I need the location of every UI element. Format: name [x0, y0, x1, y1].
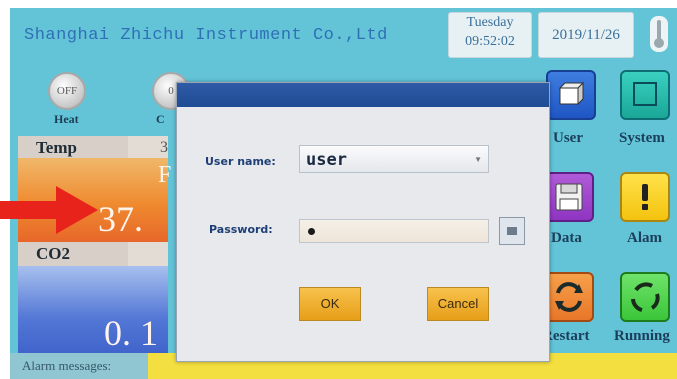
- date-display: 2019/11/26: [538, 12, 634, 58]
- heat-label: Heat: [54, 112, 79, 126]
- temp-setpoint-partial: 3: [128, 136, 168, 160]
- co2-label: CO2: [18, 242, 128, 266]
- running-icon: [631, 282, 660, 312]
- password-mask-dot: [308, 228, 315, 235]
- username-label: User name:: [205, 155, 276, 168]
- restart-button[interactable]: [544, 272, 594, 322]
- thermometer-icon: [650, 16, 668, 52]
- data-button[interactable]: [544, 172, 594, 222]
- username-value: user: [306, 150, 347, 170]
- data-label: Data: [551, 230, 582, 246]
- running-button[interactable]: [620, 272, 670, 322]
- temp-value: 37.: [98, 199, 143, 239]
- temp-mode-partial: F: [158, 162, 172, 188]
- login-dialog: User name: user ▼ Password: OK Cancel: [176, 82, 550, 362]
- keyboard-icon: [507, 227, 517, 235]
- data-icon: [555, 183, 583, 211]
- user-icon: [558, 81, 585, 106]
- time-text: 09:52:02: [465, 34, 515, 49]
- keyboard-button[interactable]: [499, 217, 525, 245]
- device-screen: Shanghai Zhichu Instrument Co.,Ltd Tuesd…: [10, 8, 677, 379]
- user-button[interactable]: [546, 70, 596, 120]
- co2-panel[interactable]: 0. 1: [18, 266, 168, 360]
- co2-toggle-label: C: [156, 112, 165, 126]
- system-icon: [633, 82, 657, 106]
- red-arrow-icon: [0, 186, 98, 234]
- restart-icon: [555, 282, 583, 312]
- chevron-down-icon: ▼: [474, 155, 482, 164]
- co2-setpoint-partial: [128, 242, 168, 266]
- cancel-button[interactable]: Cancel: [427, 287, 489, 321]
- system-button[interactable]: [620, 70, 670, 120]
- company-title: Shanghai Zhichu Instrument Co.,Ltd: [24, 26, 388, 45]
- alarm-button-label: Alam: [627, 230, 662, 246]
- password-label: Password:: [209, 223, 273, 236]
- heat-toggle-button[interactable]: OFF: [48, 72, 86, 110]
- weekday-time-display: Tuesday 09:52:02: [448, 12, 532, 58]
- system-label: System: [619, 130, 665, 146]
- alarm-button[interactable]: [620, 172, 670, 222]
- username-select[interactable]: user ▼: [299, 145, 489, 173]
- dialog-title-bar[interactable]: [177, 83, 549, 107]
- user-label: User: [553, 130, 583, 146]
- alarm-icon: [642, 184, 648, 210]
- running-label: Running: [614, 328, 670, 344]
- weekday-text: Tuesday: [466, 15, 514, 30]
- ok-button[interactable]: OK: [299, 287, 361, 321]
- co2-value: 0. 1: [104, 313, 158, 353]
- alarm-label: Alarm messages:: [22, 358, 112, 373]
- password-field[interactable]: [299, 219, 489, 243]
- temp-label: Temp: [18, 136, 128, 160]
